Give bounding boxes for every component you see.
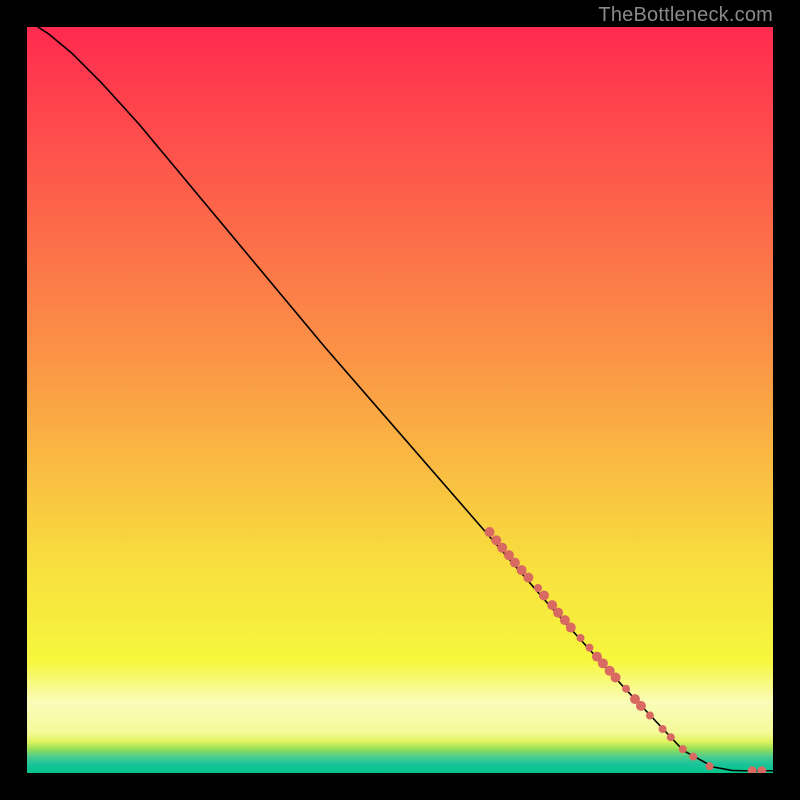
data-point — [534, 584, 542, 592]
data-point — [539, 590, 549, 600]
chart-stage: TheBottleneck.com — [0, 0, 800, 800]
data-point — [646, 712, 654, 720]
data-point — [659, 725, 667, 733]
data-point — [636, 701, 646, 711]
data-point — [577, 634, 585, 642]
watermark-text: TheBottleneck.com — [598, 4, 773, 27]
data-point — [485, 527, 495, 537]
data-point — [566, 623, 576, 633]
data-point — [622, 685, 630, 693]
data-point — [523, 573, 533, 583]
data-point — [611, 673, 621, 683]
data-point — [679, 745, 687, 753]
chart-plot-area — [27, 27, 773, 773]
data-point — [553, 608, 563, 618]
data-point — [706, 762, 714, 770]
data-point — [667, 733, 675, 741]
data-point — [689, 753, 697, 761]
chart-svg — [27, 27, 773, 773]
chart-background — [27, 27, 773, 773]
data-point — [510, 558, 520, 568]
data-point — [517, 565, 527, 575]
data-point — [497, 543, 507, 553]
data-point — [598, 658, 608, 668]
data-point — [585, 644, 593, 652]
